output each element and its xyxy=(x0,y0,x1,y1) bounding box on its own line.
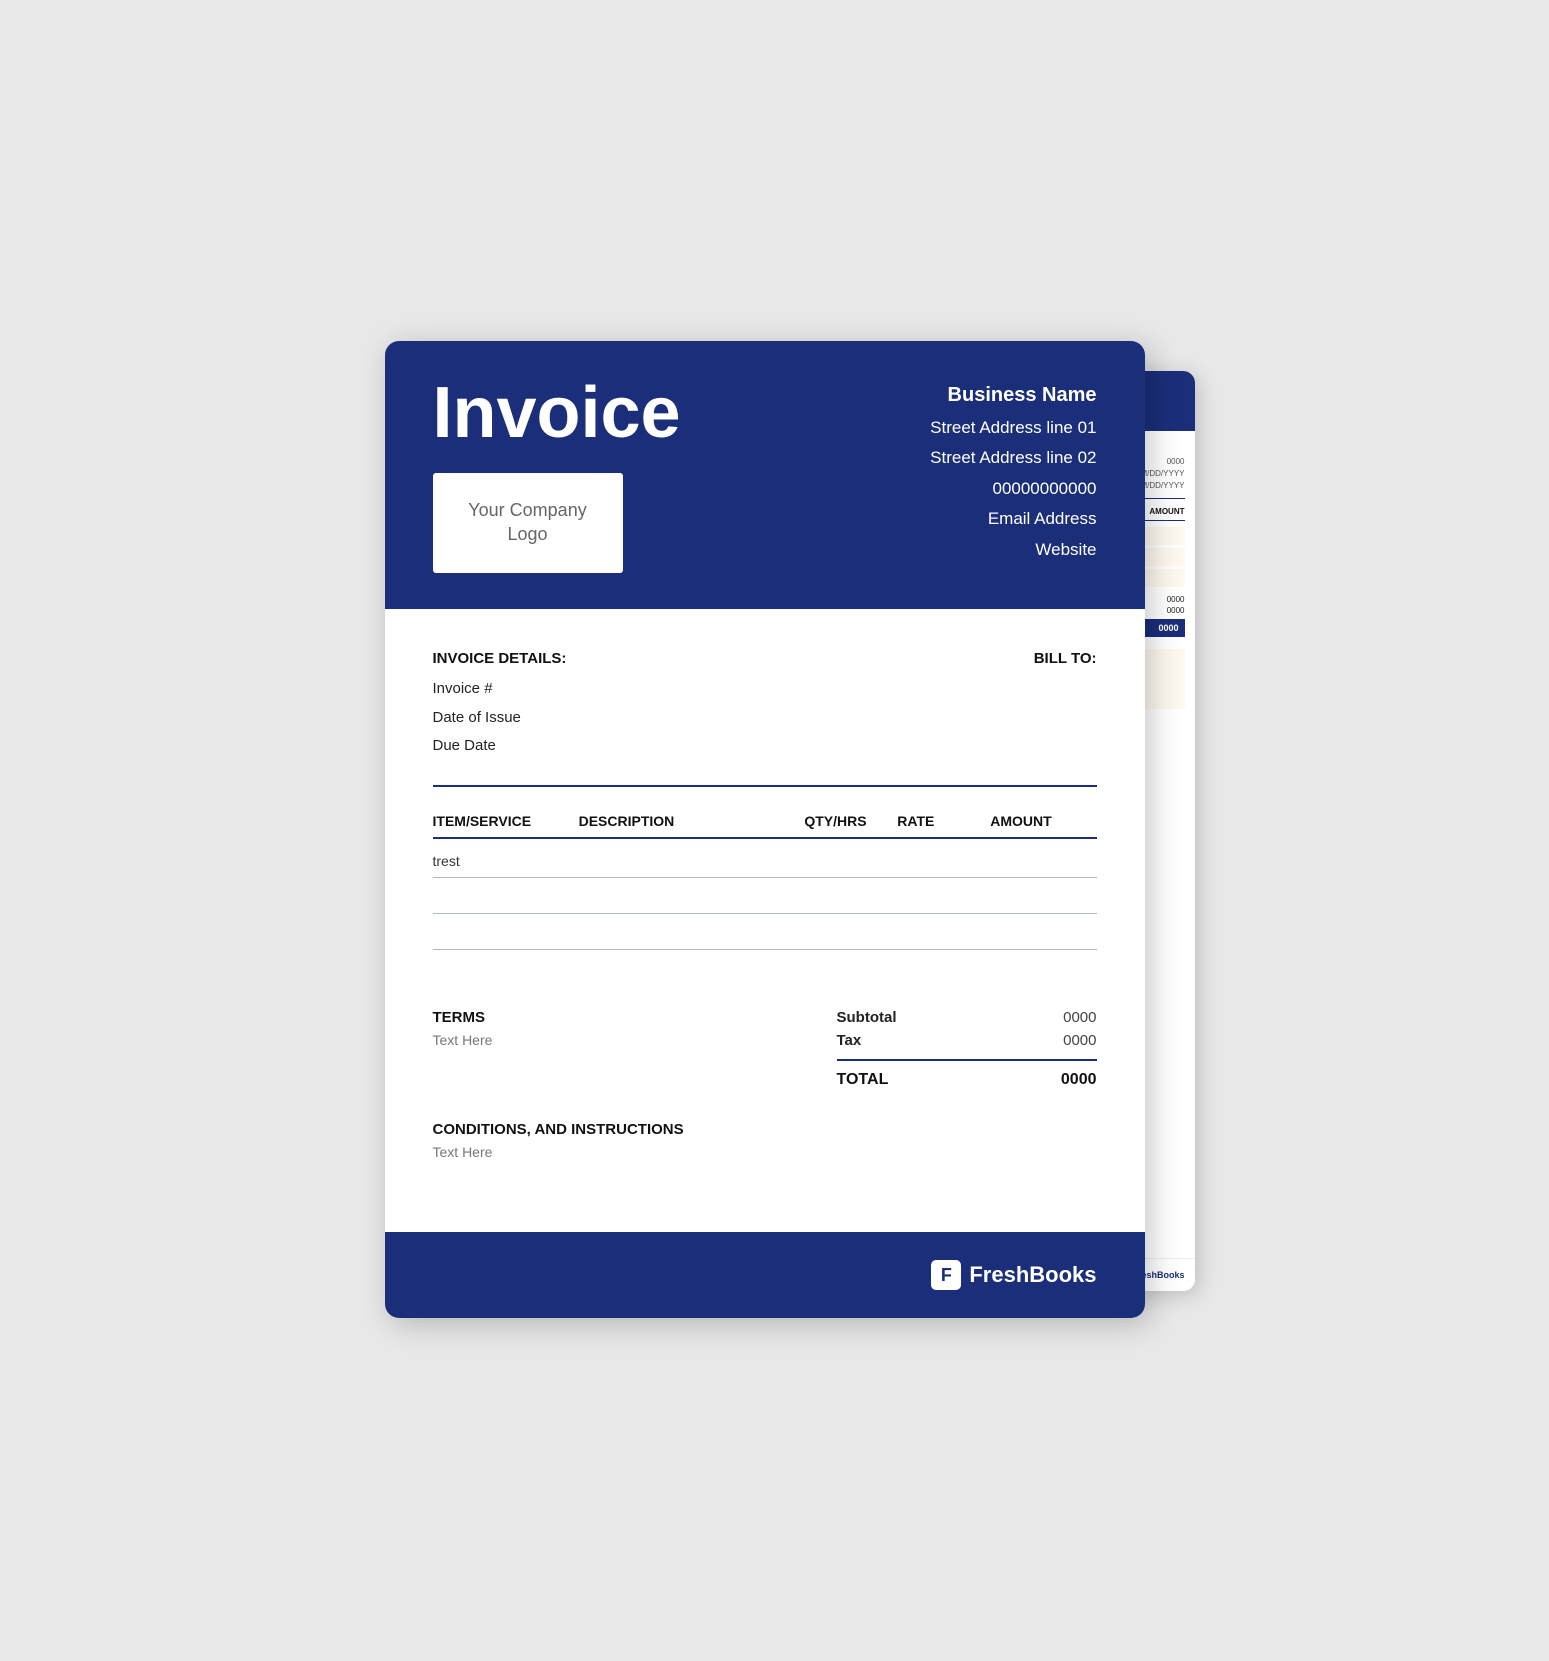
bottom-section: TERMS Text Here Subtotal 0000 Tax 0000 T… xyxy=(433,1009,1097,1089)
invoice-front: Invoice Your Company Logo Business Name … xyxy=(385,341,1145,1319)
invoice-num-label: Invoice # xyxy=(433,675,567,704)
tax-row: Tax 0000 xyxy=(837,1032,1097,1049)
details-left: INVOICE DETAILS: Invoice # Date of Issue… xyxy=(433,645,567,761)
table-row xyxy=(433,913,1097,949)
date-label: Date of Issue xyxy=(433,704,567,733)
invoice-header: Invoice Your Company Logo Business Name … xyxy=(385,341,1145,609)
desc-cell-3 xyxy=(579,913,805,949)
item-cell-3 xyxy=(433,913,579,949)
invoice-title: Invoice xyxy=(433,377,681,449)
subtotal-value: 0000 xyxy=(1063,1009,1096,1026)
rate-cell-4 xyxy=(897,949,990,985)
desc-cell-2 xyxy=(579,877,805,913)
totals-section: Subtotal 0000 Tax 0000 TOTAL 0000 xyxy=(837,1009,1097,1089)
desc-cell-4 xyxy=(579,949,805,985)
table-row: trest xyxy=(433,838,1097,878)
col-qty-header: QTY/HRS xyxy=(804,805,897,838)
tax-value: 0000 xyxy=(1063,1032,1096,1049)
table-row xyxy=(433,949,1097,985)
amt-cell-4 xyxy=(990,949,1096,985)
terms-text: Text Here xyxy=(433,1032,837,1048)
qty-cell-3 xyxy=(804,913,897,949)
col-item-header: ITEM/SERVICE xyxy=(433,805,579,838)
amt-cell-2 xyxy=(990,877,1096,913)
subtotal-label: Subtotal xyxy=(837,1009,897,1026)
tax-label: Tax xyxy=(837,1032,862,1049)
details-right: BILL TO: xyxy=(1034,645,1097,761)
item-cell-4 xyxy=(433,949,579,985)
address-line1: Street Address line 01 xyxy=(930,413,1096,444)
email: Email Address xyxy=(930,504,1096,535)
freshbooks-logo: F FreshBooks xyxy=(931,1260,1096,1290)
item-cell-2 xyxy=(433,877,579,913)
business-info: Business Name Street Address line 01 Str… xyxy=(930,377,1096,566)
rate-cell-3 xyxy=(897,913,990,949)
table-row xyxy=(433,877,1097,913)
phone: 00000000000 xyxy=(930,474,1096,505)
details-section-title: INVOICE DETAILS: xyxy=(433,645,567,674)
item-cell-1: trest xyxy=(433,838,579,878)
invoice-scene: INVOICE DETAILS: Invoice # 0000 Date of … xyxy=(385,341,1165,1321)
logo-text: Your Company Logo xyxy=(468,499,586,546)
items-table: ITEM/SERVICE DESCRIPTION QTY/HRS RATE AM… xyxy=(433,805,1097,986)
invoice-body: INVOICE DETAILS: Invoice # Date of Issue… xyxy=(385,609,1145,1197)
terms-section: TERMS Text Here xyxy=(433,1009,837,1089)
amt-cell-1 xyxy=(990,838,1096,878)
desc-cell-1 xyxy=(579,838,805,878)
rate-cell-2 xyxy=(897,877,990,913)
total-value: 0000 xyxy=(1061,1071,1097,1089)
amt-cell-3 xyxy=(990,913,1096,949)
due-label: Due Date xyxy=(433,732,567,761)
rate-cell-1 xyxy=(897,838,990,878)
freshbooks-icon: F xyxy=(931,1260,961,1290)
totals-divider xyxy=(837,1059,1097,1061)
bill-to-label: BILL TO: xyxy=(1034,645,1097,674)
col-rate-header: RATE xyxy=(897,805,990,838)
business-name: Business Name xyxy=(930,377,1096,413)
invoice-footer: F FreshBooks xyxy=(385,1232,1145,1318)
conditions-title: CONDITIONS, AND INSTRUCTIONS xyxy=(433,1121,1097,1138)
address-line2: Street Address line 02 xyxy=(930,443,1096,474)
total-final-row: TOTAL 0000 xyxy=(837,1071,1097,1089)
col-desc-header: DESCRIPTION xyxy=(579,805,805,838)
conditions-text: Text Here xyxy=(433,1144,1097,1160)
header-left: Invoice Your Company Logo xyxy=(433,377,681,573)
table-header-row: ITEM/SERVICE DESCRIPTION QTY/HRS RATE AM… xyxy=(433,805,1097,838)
terms-title: TERMS xyxy=(433,1009,837,1026)
conditions-section: CONDITIONS, AND INSTRUCTIONS Text Here xyxy=(433,1121,1097,1160)
freshbooks-label: FreshBooks xyxy=(969,1262,1096,1288)
qty-cell-1 xyxy=(804,838,897,878)
website: Website xyxy=(930,535,1096,566)
invoice-details-section: INVOICE DETAILS: Invoice # Date of Issue… xyxy=(433,645,1097,761)
col-amount-header: AMOUNT xyxy=(990,805,1096,838)
total-label: TOTAL xyxy=(837,1071,889,1089)
section-divider xyxy=(433,785,1097,787)
logo-placeholder: Your Company Logo xyxy=(433,473,623,573)
qty-cell-2 xyxy=(804,877,897,913)
subtotal-row: Subtotal 0000 xyxy=(837,1009,1097,1026)
qty-cell-4 xyxy=(804,949,897,985)
